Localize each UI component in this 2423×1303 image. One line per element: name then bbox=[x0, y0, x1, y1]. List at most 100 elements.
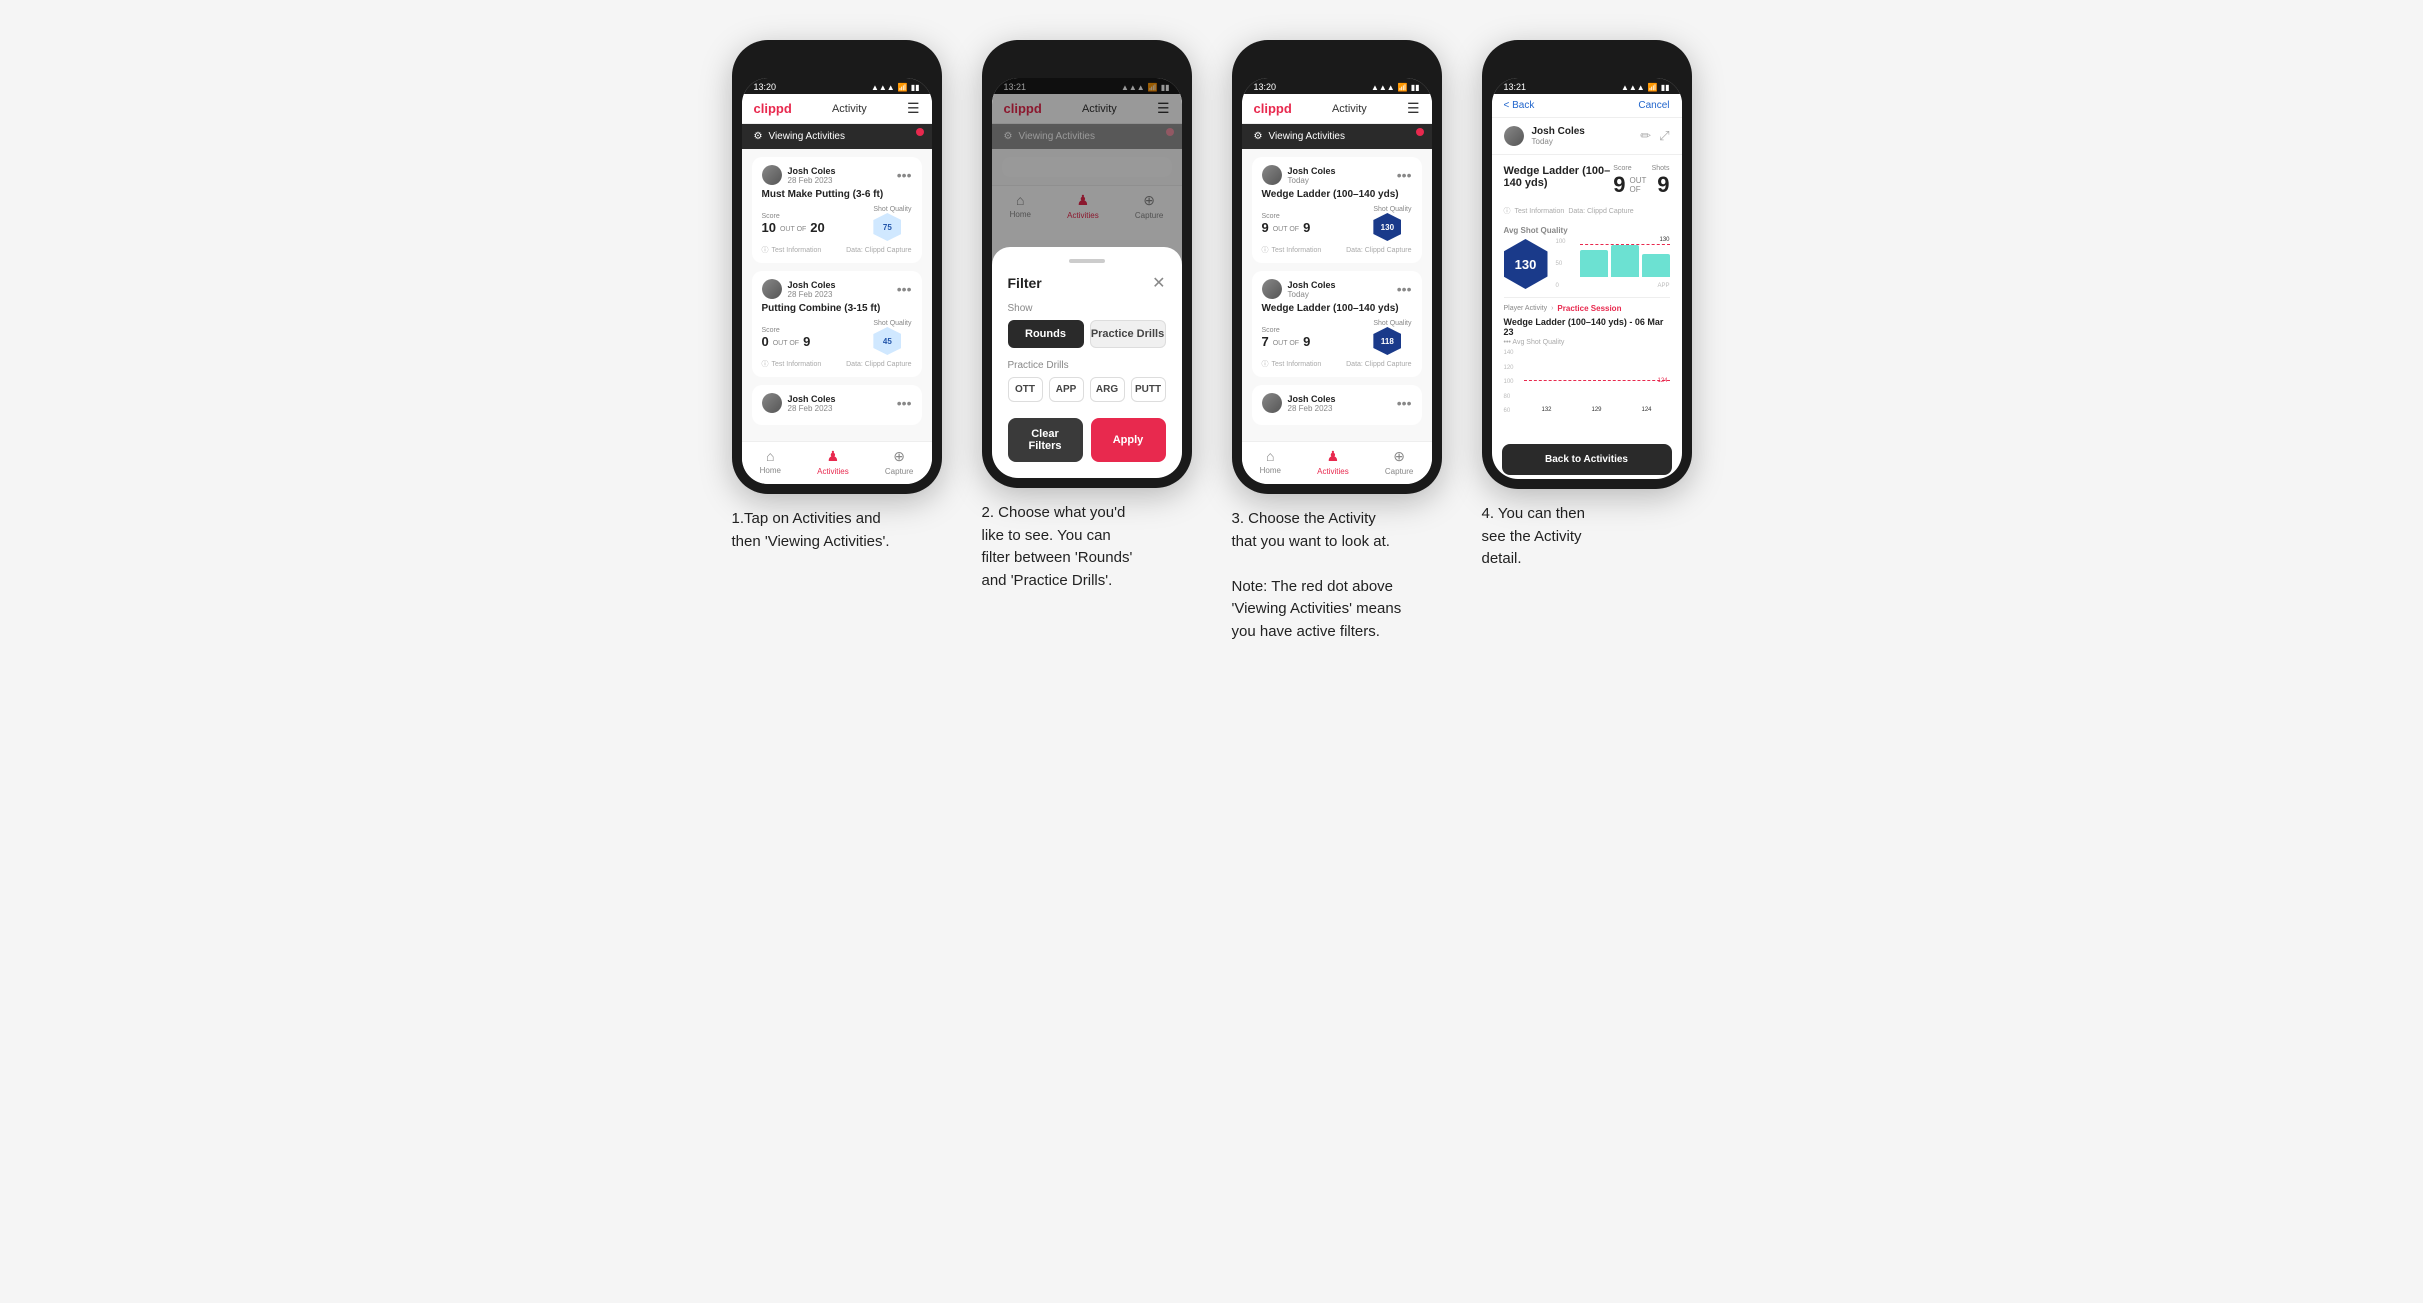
drills-label: Practice Drills bbox=[1008, 360, 1166, 371]
cancel-btn[interactable]: Cancel bbox=[1638, 100, 1669, 111]
filter-close-icon[interactable]: ✕ bbox=[1152, 273, 1165, 293]
app-logo-1: clippd bbox=[754, 101, 792, 116]
signal-icon-4: ▲▲▲ bbox=[1621, 83, 1645, 92]
score-value-1-2: 0 bbox=[762, 334, 769, 349]
user-name-1-2: Josh Coles bbox=[788, 280, 891, 290]
dashed-line bbox=[1524, 380, 1670, 381]
caption-4: 4. You can thensee the Activitydetail. bbox=[1482, 503, 1692, 571]
dots-1-2[interactable]: ••• bbox=[897, 281, 912, 297]
activity-item-1-2[interactable]: Josh Coles 28 Feb 2023 ••• Putting Combi… bbox=[752, 271, 922, 377]
nav-activities-1[interactable]: ♟ Activities bbox=[817, 448, 849, 476]
user-info-3-3: Josh Coles 28 Feb 2023 bbox=[1288, 394, 1391, 413]
arrow-separator: › bbox=[1551, 305, 1553, 312]
back-btn[interactable]: < Back bbox=[1504, 100, 1535, 111]
activity-item-1-1[interactable]: Josh Coles 28 Feb 2023 ••• Must Make Put… bbox=[752, 157, 922, 263]
filter-title: Filter bbox=[1008, 275, 1042, 291]
score-shots-row-3-1: 9 OUT OF 9 bbox=[1262, 220, 1311, 235]
data-row-3-2: ⓘ Test Information Data: Clippd Capture bbox=[1262, 359, 1412, 369]
chart-y-axis: 140 120 100 80 60 bbox=[1504, 350, 1514, 414]
menu-icon-3[interactable]: ☰ bbox=[1407, 100, 1420, 117]
detail-user-info: Josh Coles Today bbox=[1532, 126, 1585, 146]
detail-activity-title: Wedge Ladder (100–140 yds) bbox=[1504, 165, 1614, 189]
dots-3-1[interactable]: ••• bbox=[1397, 167, 1412, 183]
activity-item-3-1[interactable]: Josh Coles Today ••• Wedge Ladder (100–1… bbox=[1252, 157, 1422, 263]
app-btn[interactable]: APP bbox=[1049, 377, 1084, 402]
nav-activities-3[interactable]: ♟ Activities bbox=[1317, 448, 1349, 476]
rounds-btn[interactable]: Rounds bbox=[1008, 320, 1084, 348]
settings-icon-1: ⚙ bbox=[754, 131, 763, 142]
nav-home-label-1: Home bbox=[760, 466, 781, 475]
player-activity-label: Player Activity bbox=[1504, 305, 1548, 312]
detail-shots-label: Shots bbox=[1652, 165, 1670, 172]
viewing-activities-bar-3[interactable]: ⚙ Viewing Activities bbox=[1242, 124, 1432, 149]
stat-group-score-3-2: Score 7 OUT OF 9 bbox=[1262, 327, 1311, 349]
bottom-nav-3: ⌂ Home ♟ Activities ⊕ Capture bbox=[1242, 441, 1432, 484]
data-info-3-1: ⓘ Test Information bbox=[1262, 245, 1322, 255]
dots-3-2[interactable]: ••• bbox=[1397, 281, 1412, 297]
nav-home-3[interactable]: ⌂ Home bbox=[1260, 448, 1281, 476]
clear-filters-btn[interactable]: Clear Filters bbox=[1008, 418, 1083, 462]
y-80: 80 bbox=[1504, 394, 1514, 400]
ott-btn[interactable]: OTT bbox=[1008, 377, 1043, 402]
nav-capture-1[interactable]: ⊕ Capture bbox=[885, 448, 913, 476]
activities-icon-3: ♟ bbox=[1327, 448, 1340, 465]
show-label: Show bbox=[1008, 303, 1166, 314]
outof-1-2: OUT OF bbox=[773, 340, 799, 347]
quality-value-3-2: 118 bbox=[1381, 337, 1394, 346]
outof-1-1: OUT OF bbox=[780, 226, 806, 233]
dots-1-1[interactable]: ••• bbox=[897, 167, 912, 183]
phone-4-col: 13:21 ▲▲▲ 📶 ▮▮ < Back Cancel Josh Coles bbox=[1477, 40, 1697, 571]
chart-bar-3: 124 bbox=[1624, 407, 1670, 414]
status-time-1: 13:20 bbox=[754, 82, 777, 92]
nav-capture-3[interactable]: ⊕ Capture bbox=[1385, 448, 1413, 476]
phone-3-col: 13:20 ▲▲▲ 📶 ▮▮ clippd Activity ☰ ⚙ Viewi… bbox=[1227, 40, 1447, 643]
edit-icon[interactable]: ✏ bbox=[1640, 128, 1651, 144]
data-capture-1-2: Data: Clippd Capture bbox=[846, 361, 911, 368]
user-info-3-2: Josh Coles Today bbox=[1288, 280, 1391, 299]
nav-home-1[interactable]: ⌂ Home bbox=[760, 448, 781, 476]
data-capture-1-1: Data: Clippd Capture bbox=[846, 247, 911, 254]
quality-label-3-2: Shot Quality bbox=[1373, 320, 1411, 327]
detail-user-date: Today bbox=[1532, 137, 1585, 146]
data-row-1-2: ⓘ Test Information Data: Clippd Capture bbox=[762, 359, 912, 369]
settings-icon-3: ⚙ bbox=[1254, 131, 1263, 142]
activity-user-3-1: Josh Coles Today ••• bbox=[1262, 165, 1412, 185]
data-capture-3-2: Data: Clippd Capture bbox=[1346, 361, 1411, 368]
practice-drills-btn[interactable]: Practice Drills bbox=[1090, 320, 1166, 348]
phone-1-screen: 13:20 ▲▲▲ 📶 ▮▮ clippd Activity ☰ ⚙ Viewi… bbox=[742, 78, 932, 484]
stat-group-quality-1-2: Shot Quality 45 bbox=[873, 320, 911, 355]
detail-main: Wedge Ladder (100–140 yds) Score Shots 9… bbox=[1492, 155, 1682, 440]
score-label-1-2: Score bbox=[762, 327, 811, 334]
menu-icon-1[interactable]: ☰ bbox=[907, 100, 920, 117]
home-icon-3: ⌂ bbox=[1266, 448, 1274, 464]
viewing-activities-label-1: Viewing Activities bbox=[768, 131, 845, 142]
detail-icons: ✏ ⤢ bbox=[1640, 128, 1669, 144]
phone-3-screen: 13:20 ▲▲▲ 📶 ▮▮ clippd Activity ☰ ⚙ Viewi… bbox=[1242, 78, 1432, 484]
dots-3-3[interactable]: ••• bbox=[1397, 395, 1412, 411]
red-dot-1 bbox=[916, 128, 924, 136]
apply-btn[interactable]: Apply bbox=[1091, 418, 1166, 462]
activity-item-1-3[interactable]: Josh Coles 28 Feb 2023 ••• bbox=[752, 385, 922, 425]
phone-2-screen: 13:21 ▲▲▲ 📶 ▮▮ clippd Activity ☰ ⚙ Viewi… bbox=[992, 78, 1182, 478]
detail-title-row: Wedge Ladder (100–140 yds) Score Shots 9… bbox=[1504, 165, 1670, 198]
dots-1-3[interactable]: ••• bbox=[897, 395, 912, 411]
user-name-3-3: Josh Coles bbox=[1288, 394, 1391, 404]
activity-item-3-3[interactable]: Josh Coles 28 Feb 2023 ••• bbox=[1252, 385, 1422, 425]
activity-item-3-2[interactable]: Josh Coles Today ••• Wedge Ladder (100–1… bbox=[1252, 271, 1422, 377]
shots-value-3-2: 9 bbox=[1303, 334, 1310, 349]
app-title-3: Activity bbox=[1332, 103, 1367, 115]
user-name-3-2: Josh Coles bbox=[1288, 280, 1391, 290]
score-label-3-2: Score bbox=[1262, 327, 1311, 334]
putt-btn[interactable]: PUTT bbox=[1131, 377, 1166, 402]
expand-icon[interactable]: ⤢ bbox=[1659, 128, 1669, 144]
viewing-activities-bar-1[interactable]: ⚙ Viewing Activities bbox=[742, 124, 932, 149]
y-60: 60 bbox=[1504, 408, 1514, 414]
back-to-activities-btn[interactable]: Back to Activities bbox=[1502, 444, 1672, 475]
score-shots-row-1-1: 10 OUT OF 20 bbox=[762, 220, 825, 235]
phones-row: 13:20 ▲▲▲ 📶 ▮▮ clippd Activity ☰ ⚙ Viewi… bbox=[727, 40, 1697, 643]
detail-chart: 140 120 100 80 60 132 bbox=[1504, 350, 1670, 430]
filter-drill-row: OTT APP ARG PUTT bbox=[1008, 377, 1166, 402]
status-bar-1: 13:20 ▲▲▲ 📶 ▮▮ bbox=[742, 78, 932, 94]
arg-btn[interactable]: ARG bbox=[1090, 377, 1125, 402]
phone-2-col: 13:21 ▲▲▲ 📶 ▮▮ clippd Activity ☰ ⚙ Viewi… bbox=[977, 40, 1197, 592]
